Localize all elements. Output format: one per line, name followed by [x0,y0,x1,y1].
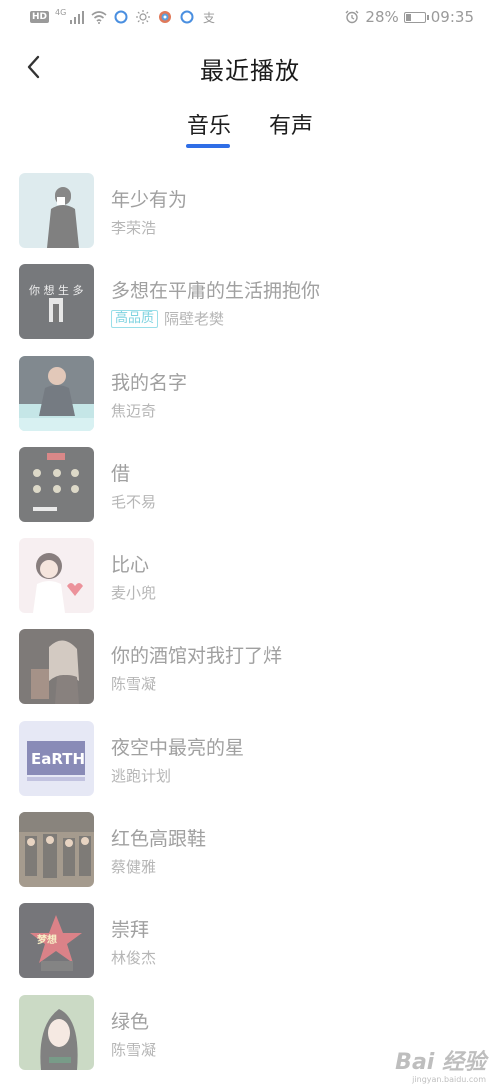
song-title: 比心 [111,554,150,577]
song-item[interactable]: EaRTH 夜空中最亮的星 逃跑计划 [0,713,500,804]
battery-level [405,13,411,21]
song-item[interactable]: 年少有为 李荣浩 [0,165,500,256]
song-title: 年少有为 [111,189,188,211]
watermark: Bai 经验 jingyan.baidu.com [395,1044,486,1084]
song-item[interactable]: 比心 麦小兜 [0,530,500,621]
svg-text:EaRTH: EaRTH [31,750,85,768]
song-item[interactable]: 红色高跟鞋 蔡健雅 [0,804,500,895]
song-artist: 李荣浩 [111,219,157,237]
song-item[interactable]: 借 毛不易 [0,439,500,530]
song-artist: 毛不易 [111,492,157,511]
song-artist: 麦小兜 [111,584,157,603]
album-cover: 梦想 [19,903,94,979]
album-cover: EaRTH [19,720,94,796]
album-cover [19,446,94,522]
song-subtitle: 陈雪凝 [111,673,156,694]
song-artist: 蔡健雅 [111,858,157,877]
battery-icon [403,11,429,23]
song-artist: 焦迈奇 [111,401,157,420]
app-color-icon [157,9,173,25]
song-artist: 陈雪凝 [111,675,157,694]
song-list: 年少有为 李荣浩 你 想 生 多 多想在平庸的生活拥抱你 高品质 隔壁老樊 我的… [0,165,500,1078]
hd-badge: HD [30,11,50,23]
album-cover [19,994,94,1070]
svg-text:梦想: 梦想 [37,933,57,946]
album-cover: 你 想 生 多 [19,264,94,340]
alipay-icon: 支 [201,9,217,25]
app-circle-icon [179,9,195,25]
song-title: 你的酒馆对我打了烊 [111,645,283,668]
album-cover [19,538,94,614]
page-title: 最近播放 [200,57,300,85]
tab-music[interactable]: 音乐 [187,108,231,140]
status-bar: HD 4G 支 28% 09:35 [0,0,500,36]
song-item[interactable]: 你 想 生 多 多想在平庸的生活拥抱你 高品质 隔壁老樊 [0,256,500,347]
song-subtitle: 林俊杰 [111,947,156,968]
song-title: 崇拜 [111,919,150,942]
clock: 09:35 [430,8,474,26]
app-circle-icon [113,9,129,25]
song-subtitle: 毛不易 [111,491,156,512]
song-title: 红色高跟鞋 [111,828,207,851]
watermark-text: Bai 经验 [395,1050,486,1075]
song-item[interactable]: 梦想 崇拜 林俊杰 [0,895,500,986]
song-title: 夜空中最亮的星 [111,736,245,759]
alarm-icon [344,9,360,25]
album-cover [19,629,94,705]
song-subtitle: 高品质 隔壁老樊 [111,308,224,329]
song-artist: 隔壁老樊 [164,310,225,329]
watermark-url: jingyan.baidu.com [412,1075,486,1084]
song-artist: 林俊杰 [111,949,157,968]
song-item[interactable]: 我的名字 焦迈奇 [0,348,500,439]
screen: HD 4G 支 28% 09:35 最近播放 音乐 有声 年少有为 李荣浩 你 … [0,0,500,1084]
tab-audio[interactable]: 有声 [269,108,313,140]
song-title: 借 [111,462,131,485]
song-subtitle: 李荣浩 [111,217,156,238]
svg-text:支: 支 [203,11,215,24]
header: 最近播放 [0,40,500,94]
song-title: 多想在平庸的生活拥抱你 [111,280,321,303]
song-title: 绿色 [111,1010,150,1033]
tab-active-indicator [186,144,230,148]
battery-percent: 28% [365,8,399,26]
song-artist: 逃跑计划 [111,766,172,785]
album-cover [19,812,94,888]
signal-icon [69,9,85,25]
tab-bar: 音乐 有声 [0,108,500,152]
song-subtitle: 逃跑计划 [111,765,171,786]
wifi-icon [91,9,107,25]
hq-badge: 高品质 [111,309,159,328]
album-cover [19,355,94,431]
svg-text:你 想 生 多: 你 想 生 多 [29,283,84,297]
song-subtitle: 蔡健雅 [111,856,156,877]
song-subtitle: 焦迈奇 [111,400,156,421]
brightness-icon [135,9,151,25]
song-artist: 陈雪凝 [111,1040,157,1059]
status-right: 28% 09:35 [344,8,474,26]
song-item[interactable]: 你的酒馆对我打了烊 陈雪凝 [0,621,500,712]
song-subtitle: 陈雪凝 [111,1039,156,1060]
network-label: 4G [55,7,67,17]
status-left: HD 4G 支 [30,7,217,25]
album-cover [19,173,94,248]
song-title: 我的名字 [111,371,188,394]
song-subtitle: 麦小兜 [111,582,156,603]
